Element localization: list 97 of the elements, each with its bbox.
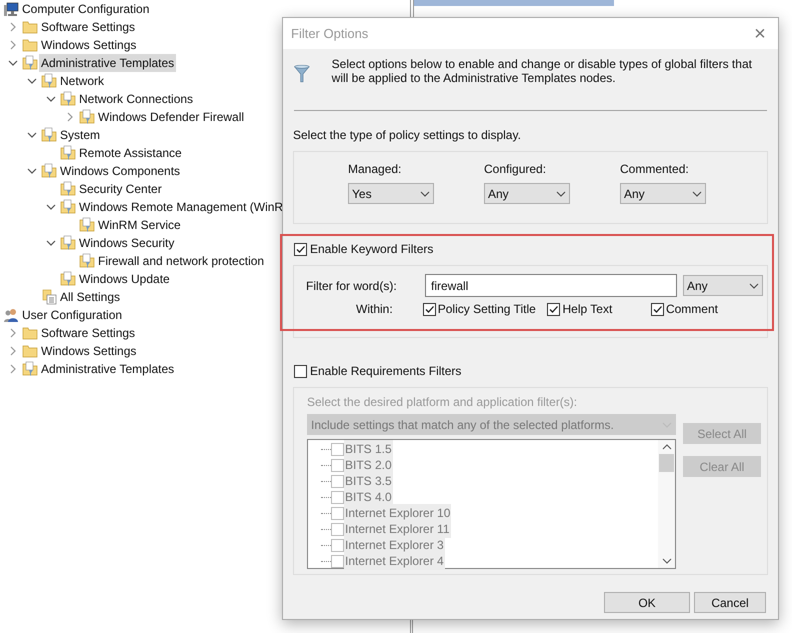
checkbox[interactable] (547, 302, 560, 316)
policy-folder-icon (22, 361, 38, 377)
filter-label: Commented: (620, 161, 690, 178)
policy-folder-icon (60, 181, 76, 197)
checkbox[interactable] (294, 242, 307, 256)
tree-item[interactable]: Windows Remote Management (WinR (77, 198, 286, 216)
tree-item[interactable]: User Configuration (20, 306, 124, 324)
tree-item[interactable]: Administrative Templates (39, 54, 176, 72)
tree-item[interactable]: Administrative Templates (39, 360, 176, 378)
policy-folder-icon (60, 235, 76, 251)
chevron-down-icon[interactable] (46, 202, 56, 212)
tree-item[interactable]: Software Settings (39, 18, 138, 36)
chevron-right-icon[interactable] (8, 22, 18, 32)
chevron-down-icon (749, 282, 759, 290)
tree-item[interactable]: Security Center (77, 180, 164, 198)
requirements-filter-label[interactable]: Enable Requirements Filters (310, 362, 462, 380)
within-label: Within: (355, 301, 394, 318)
tree-item[interactable]: System (58, 126, 102, 144)
policy-folder-icon (60, 145, 76, 161)
scroll-thumb[interactable] (659, 454, 674, 472)
tree-item[interactable]: Remote Assistance (77, 144, 184, 162)
folder-icon (22, 325, 38, 341)
chevron-down-icon[interactable] (26, 166, 36, 176)
chevron-right-icon[interactable] (8, 364, 18, 374)
tree-item[interactable]: Network (58, 72, 106, 90)
word-label: Filter for word(s): (305, 278, 398, 294)
platform-prompt: Select the desired platform and application filter(s): (307, 394, 578, 411)
keyword-filter-label[interactable]: Enable Keyword Filters (310, 240, 434, 258)
chevron-down-icon (556, 190, 566, 198)
chevron-down-icon[interactable] (46, 238, 56, 248)
checkbox[interactable] (331, 474, 344, 488)
tree-item[interactable]: Windows Defender Firewall (96, 108, 246, 126)
checkbox[interactable] (331, 554, 344, 568)
policy-folder-icon (60, 91, 76, 107)
policy-folder-icon (79, 253, 95, 269)
within-option[interactable]: Comment (666, 300, 718, 318)
checkbox[interactable] (331, 506, 344, 520)
chevron-down-icon (692, 190, 702, 198)
checkbox[interactable] (331, 490, 344, 504)
tree-item[interactable]: WinRM Service (96, 216, 183, 234)
chevron-right-icon[interactable] (64, 112, 74, 122)
policy-folder-icon (60, 199, 76, 215)
settings-list-icon (41, 289, 57, 305)
tree-item[interactable]: Windows Settings (39, 342, 138, 360)
tree-item[interactable]: Firewall and network protection (96, 252, 266, 270)
dialog-button[interactable]: Cancel (694, 592, 766, 613)
checkbox[interactable] (331, 538, 344, 552)
checkbox[interactable] (422, 302, 436, 316)
policy-type-prompt: Select the type of policy settings to display. (293, 127, 522, 144)
policy-folder-icon (22, 55, 38, 71)
policy-folder-icon (41, 127, 57, 143)
tree-item[interactable]: Windows Settings (39, 36, 138, 54)
chevron-down-icon[interactable] (8, 58, 18, 68)
chevron-right-icon[interactable] (8, 328, 18, 338)
dropdown[interactable]: Any (620, 183, 706, 204)
description-text: Select options below to enable and change or disable types of global filters that will be applied to the Administrative Templates nodes. (332, 57, 753, 85)
chevron-down-icon[interactable] (26, 130, 36, 140)
tree-item[interactable]: Software Settings (39, 324, 138, 342)
checkbox[interactable] (331, 442, 344, 456)
computer-icon (3, 1, 19, 17)
close-button[interactable]: × (744, 20, 776, 48)
filter-label: Configured: (484, 161, 548, 178)
dropdown[interactable]: Any (683, 275, 763, 296)
filter-label: Managed: (348, 161, 402, 178)
policy-folder-icon (79, 109, 95, 125)
chevron-right-icon[interactable] (8, 346, 18, 356)
tree-item[interactable]: All Settings (58, 288, 122, 306)
folder-icon (22, 37, 38, 53)
tree-item[interactable]: Windows Components (58, 162, 182, 180)
folder-icon (22, 19, 38, 35)
checkbox[interactable] (331, 522, 344, 536)
checkbox[interactable] (650, 302, 664, 316)
dropdown[interactable]: Yes (348, 183, 434, 204)
checkbox[interactable] (294, 364, 307, 378)
within-option[interactable]: Help Text (562, 300, 612, 318)
window-title: Filter Options (291, 24, 368, 43)
tree-item[interactable]: Network Connections (77, 90, 196, 108)
keyword-field[interactable]: firewall (425, 274, 677, 297)
users-icon (3, 307, 19, 323)
within-option[interactable]: Policy Setting Title (438, 300, 536, 318)
checkbox[interactable] (331, 458, 344, 472)
policy-folder-icon (60, 271, 76, 287)
policy-folder-icon (79, 217, 95, 233)
chevron-down-icon (420, 190, 430, 198)
scrollbar[interactable] (658, 440, 675, 568)
folder-icon (22, 343, 38, 359)
tree-item[interactable]: Windows Security (77, 234, 176, 252)
chevron-down-icon[interactable] (46, 94, 56, 104)
platform-item[interactable]: Internet Explorer 4 (344, 552, 445, 570)
tree-item[interactable]: Windows Update (77, 270, 172, 288)
chevron-down-icon[interactable] (26, 76, 36, 86)
tree-item[interactable]: Computer Configuration (20, 0, 152, 18)
policy-folder-icon (41, 163, 57, 179)
chevron-right-icon[interactable] (8, 40, 18, 50)
policy-folder-icon (41, 73, 57, 89)
dialog-button[interactable]: OK (604, 592, 690, 613)
dropdown[interactable]: Any (484, 183, 570, 204)
